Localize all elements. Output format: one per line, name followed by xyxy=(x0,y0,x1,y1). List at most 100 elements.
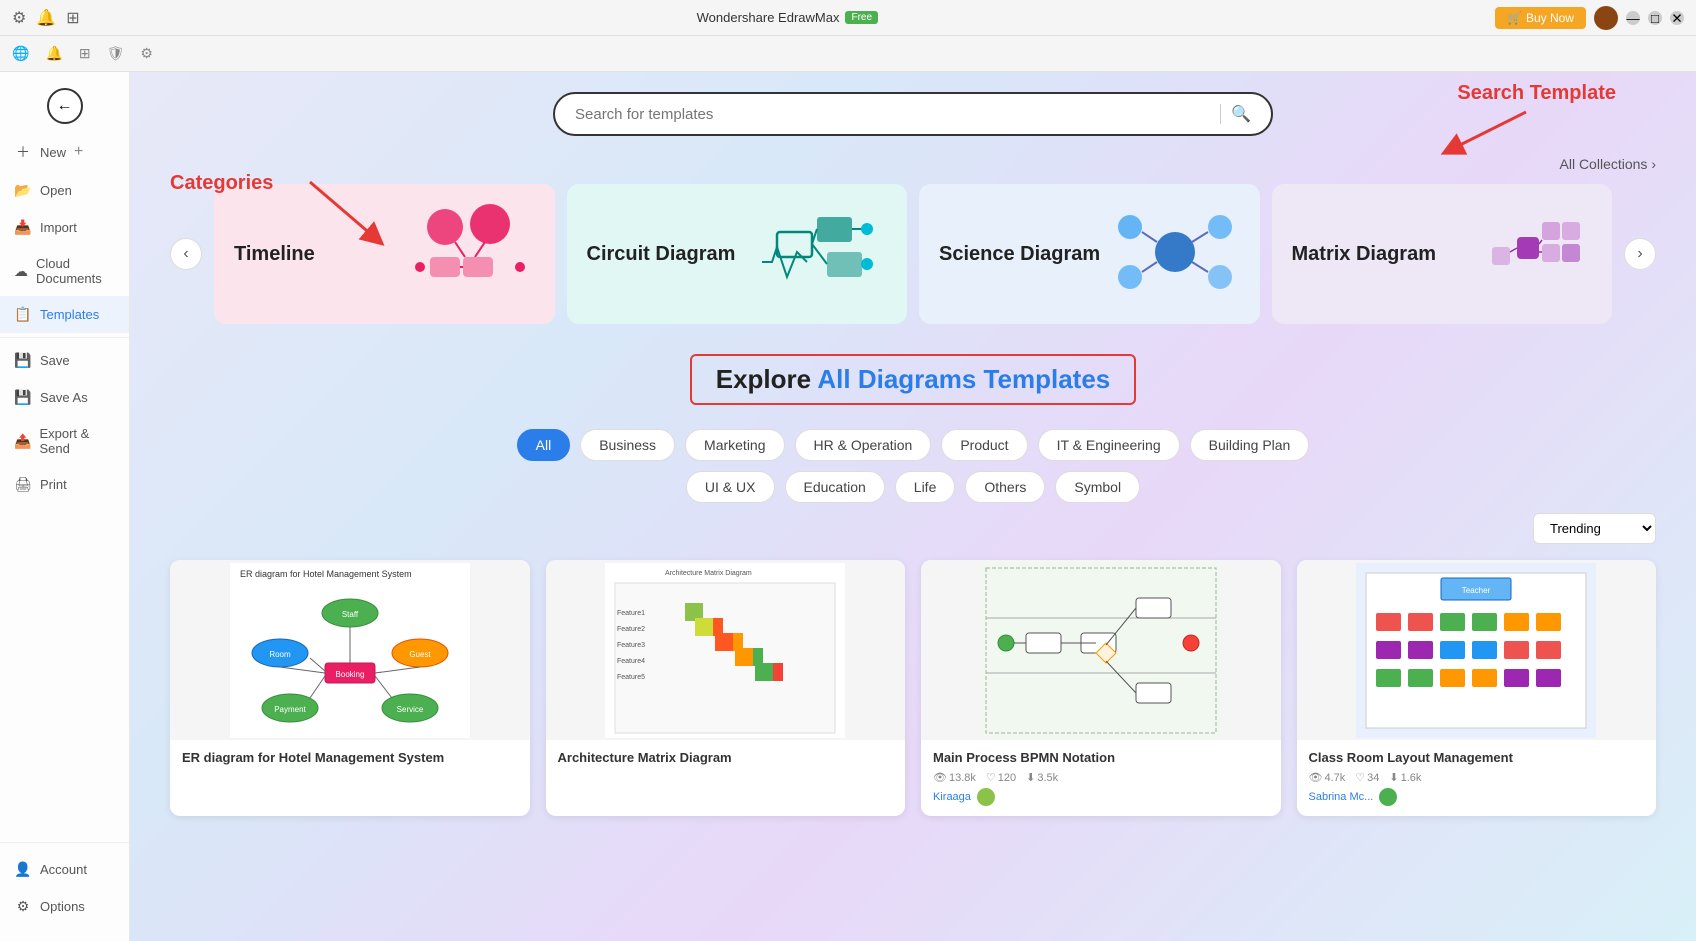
prev-arrow[interactable]: ‹ xyxy=(170,238,202,270)
template-title-bpmn: Main Process BPMN Notation xyxy=(933,750,1269,765)
svg-text:Feature2: Feature2 xyxy=(617,626,645,633)
filter-it[interactable]: IT & Engineering xyxy=(1038,429,1180,461)
circuit-label: Circuit Diagram xyxy=(587,243,736,266)
classroom-views: 👁 4.7k xyxy=(1309,771,1346,784)
circuit-icon xyxy=(757,202,887,307)
sidebar-label-templates: Templates xyxy=(40,307,99,322)
sidebar-label-save: Save xyxy=(40,353,70,368)
sidebar-label-account: Account xyxy=(40,862,87,877)
filter-building[interactable]: Building Plan xyxy=(1190,429,1310,461)
collections-header: All Collections › xyxy=(170,156,1656,172)
template-thumb-matrix: Architecture Matrix Diagram xyxy=(546,560,906,740)
search-button[interactable]: 🔍 xyxy=(1231,104,1251,124)
cloud-icon: ☁ xyxy=(14,263,28,280)
template-title-classroom: Class Room Layout Management xyxy=(1309,750,1645,765)
grid-icon[interactable]: ⊞ xyxy=(66,8,79,28)
svg-text:ER diagram for Hotel Managemen: ER diagram for Hotel Management System xyxy=(240,569,412,579)
sidebar-item-import[interactable]: 📥 Import xyxy=(0,209,129,246)
filter-hr[interactable]: HR & Operation xyxy=(795,429,932,461)
new-icon: ＋ xyxy=(14,142,32,162)
category-card-circuit[interactable]: Circuit Diagram xyxy=(567,184,908,324)
sidebar-item-save[interactable]: 💾 Save xyxy=(0,342,129,379)
template-card-er[interactable]: ER diagram for Hotel Management System S… xyxy=(170,560,530,816)
template-thumb-bpmn xyxy=(921,560,1281,740)
svg-text:Feature4: Feature4 xyxy=(617,658,645,665)
sidebar-item-cloud[interactable]: ☁ Cloud Documents xyxy=(0,246,129,296)
sidebar-item-account[interactable]: 👤 Account xyxy=(0,851,129,888)
gear-icon[interactable]: ⚙ xyxy=(140,45,153,62)
sidebar-label-cloud: Cloud Documents xyxy=(36,256,115,286)
filter-ui[interactable]: UI & UX xyxy=(686,471,775,503)
titlebar-right: 🛒 Buy Now — □ ✕ xyxy=(1495,6,1684,30)
filter-product[interactable]: Product xyxy=(941,429,1027,461)
template-meta-classroom: 👁 4.7k ♡ 34 ⬇ 1.6k xyxy=(1309,771,1645,784)
svg-text:Staff: Staff xyxy=(342,610,359,619)
sort-bar: Trending Newest Most Popular xyxy=(170,513,1656,544)
svg-text:Feature1: Feature1 xyxy=(617,610,645,617)
back-button[interactable]: ← xyxy=(47,88,83,124)
template-card-bpmn[interactable]: Main Process BPMN Notation 👁 13.8k ♡ 120… xyxy=(921,560,1281,816)
bpmn-likes: ♡ 120 xyxy=(986,771,1016,784)
template-grid: ER diagram for Hotel Management System S… xyxy=(170,560,1656,816)
template-info-matrix: Architecture Matrix Diagram xyxy=(546,740,906,781)
svg-text:Guest: Guest xyxy=(409,650,431,659)
classroom-likes: ♡ 34 xyxy=(1355,771,1379,784)
app-layout: ← ＋ New + 📂 Open 📥 Import ☁ Cloud Docume… xyxy=(0,72,1696,941)
svg-text:Teacher: Teacher xyxy=(1462,586,1491,595)
main-content: Categories Search Template 🔍 All Col xyxy=(130,72,1696,941)
import-icon: 📥 xyxy=(14,219,32,236)
settings-icon[interactable]: ⚙ xyxy=(12,8,26,28)
sidebar-item-export[interactable]: 📤 Export & Send xyxy=(0,416,129,466)
sidebar-label-print: Print xyxy=(40,477,67,492)
filter-business[interactable]: Business xyxy=(580,429,675,461)
template-card-classroom[interactable]: Teacher xyxy=(1297,560,1657,816)
sidebar-item-options[interactable]: ⚙ Options xyxy=(0,888,129,925)
export-icon: 📤 xyxy=(14,433,31,450)
sidebar-item-open[interactable]: 📂 Open xyxy=(0,172,129,209)
bell-icon[interactable]: 🔔 xyxy=(36,8,56,28)
sidebar-bottom: 👤 Account ⚙ Options xyxy=(0,842,129,933)
toolbar-icons: ⚙ 🔔 ⊞ xyxy=(12,8,80,28)
sidebar-item-new[interactable]: ＋ New + xyxy=(0,132,129,172)
timeline-icon xyxy=(405,202,535,307)
save-icon: 💾 xyxy=(14,352,32,369)
sort-dropdown[interactable]: Trending Newest Most Popular xyxy=(1533,513,1656,544)
filter-others[interactable]: Others xyxy=(965,471,1045,503)
template-meta-bpmn: 👁 13.8k ♡ 120 ⬇ 3.5k xyxy=(933,771,1269,784)
template-thumb-classroom: Teacher xyxy=(1297,560,1657,740)
search-bar: 🔍 xyxy=(553,92,1273,136)
secondary-toolbar: 🌐 🔔 ⊞ 🛡 ⚙ xyxy=(0,36,1696,72)
sidebar-label-import: Import xyxy=(40,220,77,235)
close-button[interactable]: ✕ xyxy=(1670,11,1684,25)
sidebar-item-templates[interactable]: 📋 Templates xyxy=(0,296,129,333)
sidebar-item-print[interactable]: 🖨 Print xyxy=(0,466,129,503)
filter-marketing[interactable]: Marketing xyxy=(685,429,784,461)
search-input[interactable] xyxy=(575,106,1210,123)
maximize-button[interactable]: □ xyxy=(1648,11,1662,25)
apps-icon[interactable]: ⊞ xyxy=(79,45,91,62)
app-title: Wondershare EdrawMax xyxy=(697,10,840,25)
buy-now-button[interactable]: 🛒 Buy Now xyxy=(1495,7,1586,29)
notification-icon[interactable]: 🔔 xyxy=(45,45,62,62)
all-collections-link[interactable]: All Collections › xyxy=(1560,156,1657,172)
cart-icon: 🛒 xyxy=(1507,11,1522,25)
svg-text:Service: Service xyxy=(396,705,423,714)
sidebar-item-saveas[interactable]: 💾 Save As xyxy=(0,379,129,416)
next-arrow[interactable]: › xyxy=(1624,238,1656,270)
titlebar-center: Wondershare EdrawMax Free xyxy=(697,10,878,25)
explore-prefix: Explore xyxy=(716,364,811,394)
filter-all[interactable]: All xyxy=(517,429,571,461)
category-card-timeline[interactable]: Timeline xyxy=(214,184,555,324)
filter-education[interactable]: Education xyxy=(785,471,885,503)
svg-text:Payment: Payment xyxy=(274,705,306,714)
category-card-matrix[interactable]: Matrix Diagram xyxy=(1272,184,1613,324)
filter-symbol[interactable]: Symbol xyxy=(1055,471,1140,503)
category-card-science[interactable]: Science Diagram xyxy=(919,184,1260,324)
template-card-matrix[interactable]: Architecture Matrix Diagram xyxy=(546,560,906,816)
shield-icon[interactable]: 🛡 xyxy=(107,45,125,62)
globe-icon[interactable]: 🌐 xyxy=(12,45,29,62)
filter-life[interactable]: Life xyxy=(895,471,956,503)
classroom-author: Sabrina Mc... xyxy=(1309,791,1374,803)
avatar[interactable] xyxy=(1594,6,1618,30)
minimize-button[interactable]: — xyxy=(1626,11,1640,25)
